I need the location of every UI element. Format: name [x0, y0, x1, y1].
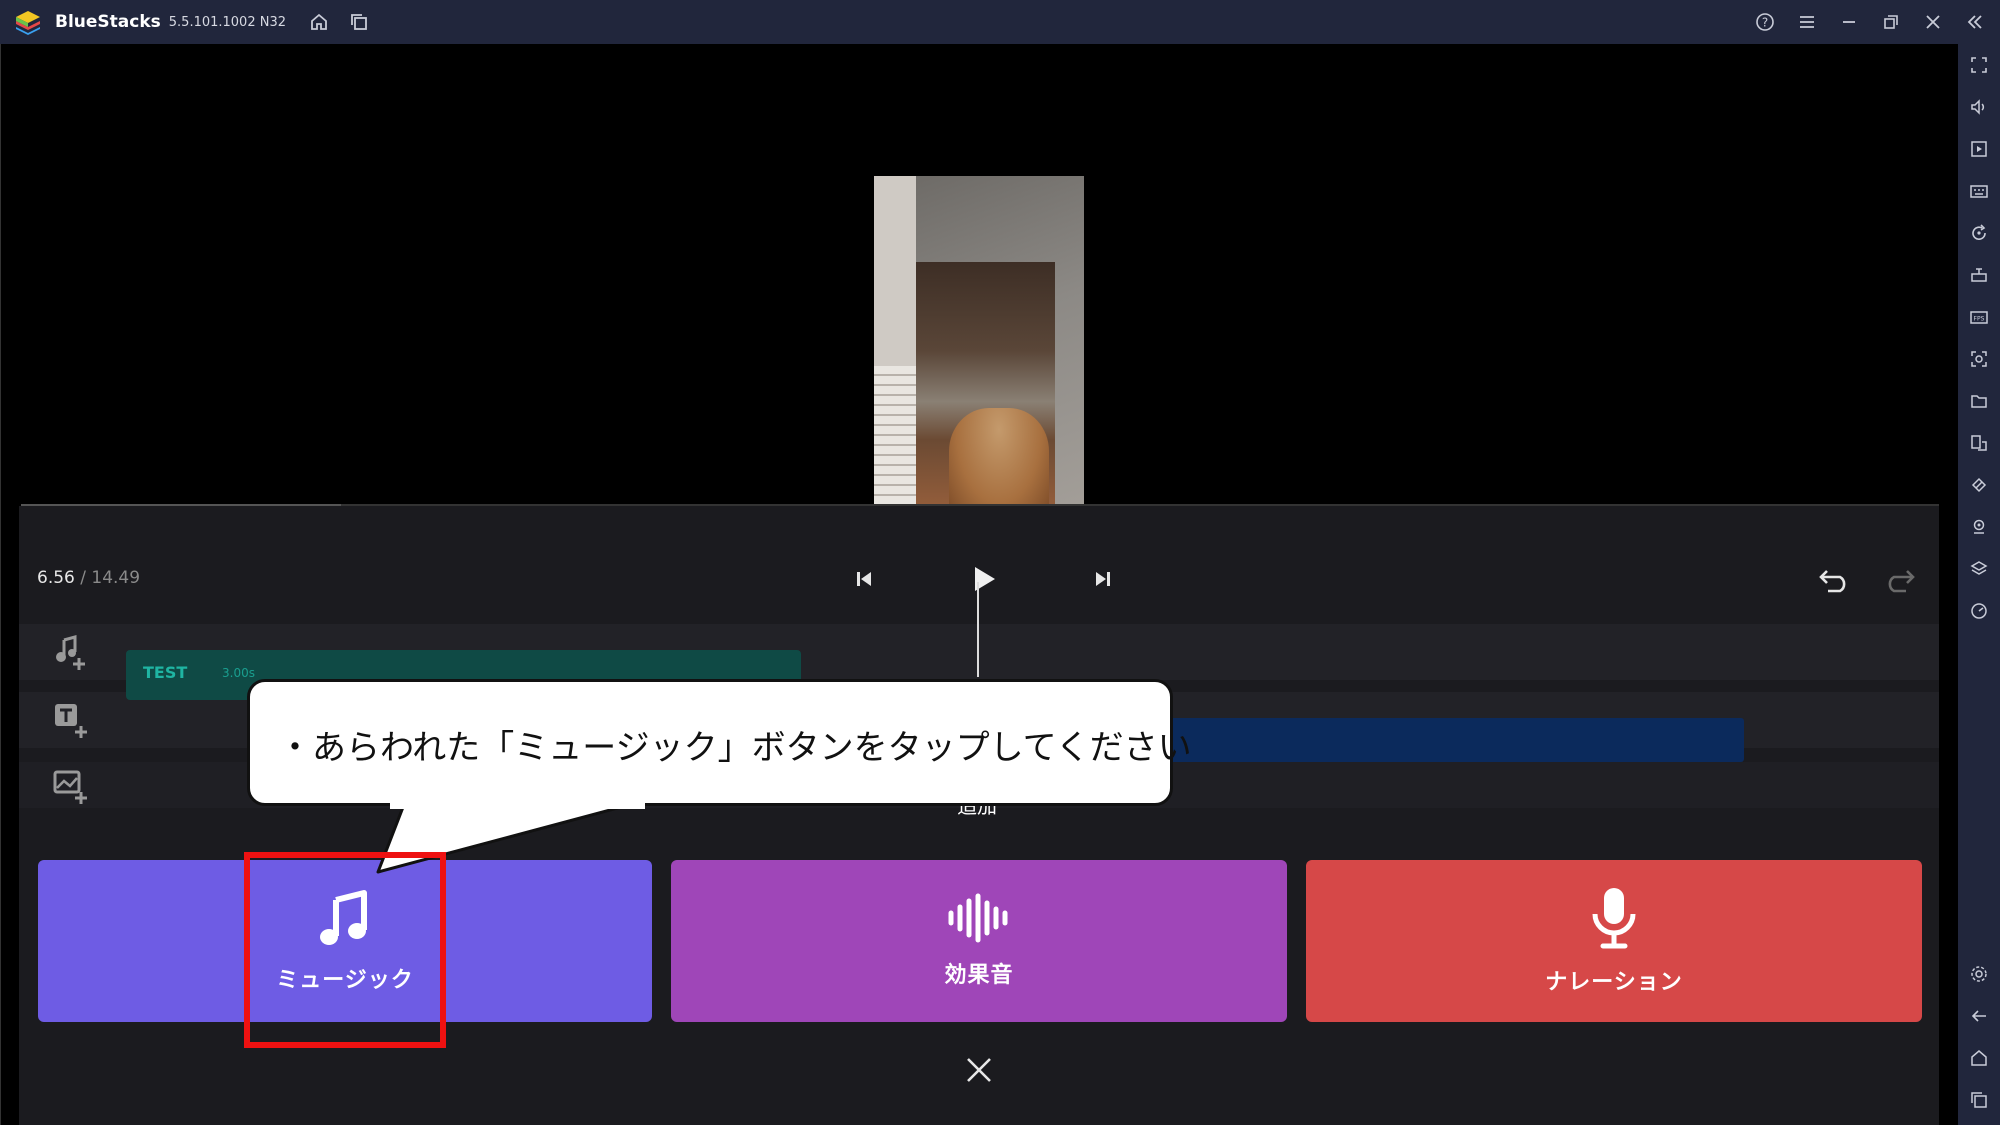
android-home-icon[interactable]: [1967, 1046, 1991, 1070]
app-version: 5.5.101.1002 N32: [168, 14, 287, 30]
performance-icon[interactable]: [1967, 599, 1991, 623]
undo-button[interactable]: [1817, 562, 1853, 596]
callout-text: ・あらわれた「ミュージック」ボタンをタップしてください: [278, 728, 1192, 768]
skip-previous-icon: [857, 572, 871, 586]
skip-next-button[interactable]: [1088, 564, 1118, 594]
minimize-icon[interactable]: [1836, 9, 1862, 35]
redo-button[interactable]: [1881, 562, 1917, 596]
preview-table: [949, 408, 1049, 516]
media-icon[interactable]: [1967, 137, 1991, 161]
add-audio-icon[interactable]: [51, 632, 91, 672]
sound-effect-button[interactable]: 効果音: [671, 860, 1287, 1022]
restore-icon[interactable]: [1878, 9, 1904, 35]
narration-button[interactable]: ナレーション: [1306, 860, 1922, 1022]
recents-icon[interactable]: [1967, 1088, 1991, 1112]
app-name: BlueStacks: [55, 12, 161, 32]
text-clip-label: TEST: [143, 663, 188, 682]
narration-label: ナレーション: [1545, 970, 1683, 995]
music-button-highlight: [244, 852, 446, 1048]
volume-icon[interactable]: [1967, 95, 1991, 119]
microphone-icon: [1592, 888, 1636, 949]
svg-text:FPS: FPS: [1974, 316, 1985, 323]
eco-icon[interactable]: [1967, 473, 1991, 497]
multi-instance-icon[interactable]: [346, 9, 372, 35]
play-button[interactable]: [962, 558, 1004, 600]
macro-icon[interactable]: [1967, 263, 1991, 287]
add-text-icon[interactable]: [51, 700, 91, 740]
skip-previous-button[interactable]: [849, 564, 879, 594]
preview-plates: [874, 366, 916, 516]
folder-icon[interactable]: [1967, 389, 1991, 413]
fps-icon[interactable]: FPS: [1967, 305, 1991, 329]
back-icon[interactable]: [1967, 1004, 1991, 1028]
bluestacks-window: BlueStacks 5.5.101.1002 N32 ? 6.56 / 14.…: [0, 0, 2000, 1125]
keyboard-icon[interactable]: [1967, 179, 1991, 203]
title-bar: BlueStacks 5.5.101.1002 N32 ?: [0, 0, 2000, 44]
current-time: 6.56: [37, 568, 75, 588]
multi-window-icon[interactable]: [1967, 431, 1991, 455]
help-icon[interactable]: ?: [1752, 9, 1778, 35]
svg-text:?: ?: [1762, 16, 1768, 30]
settings-icon[interactable]: [1967, 962, 1991, 986]
text-clip-duration: 3.00s: [222, 666, 255, 680]
instruction-callout: ・あらわれた「ミュージック」ボタンをタップしてください: [247, 679, 1192, 806]
playhead[interactable]: [977, 582, 979, 677]
sound-wave-icon: [948, 893, 1008, 943]
callout-tail-join: [390, 795, 645, 809]
redo-icon: [1888, 570, 1915, 593]
total-time: / 14.49: [80, 568, 141, 588]
fullscreen-icon[interactable]: [1967, 53, 1991, 77]
screenshot-icon[interactable]: [1967, 347, 1991, 371]
close-icon[interactable]: [1920, 9, 1946, 35]
bluestacks-logo-icon: [16, 11, 40, 35]
right-sidebar: FPS: [1958, 44, 2000, 1125]
close-sheet-button[interactable]: [962, 1053, 996, 1087]
play-icon: [975, 567, 995, 591]
home-icon[interactable]: [306, 9, 332, 35]
layers-icon[interactable]: [1967, 557, 1991, 581]
video-preview[interactable]: [874, 176, 1084, 548]
sound-effect-label: 効果音: [944, 963, 1014, 988]
add-media-icon[interactable]: [51, 766, 91, 806]
skip-next-icon: [1096, 572, 1110, 586]
menu-icon[interactable]: [1794, 9, 1820, 35]
time-display: 6.56 / 14.49: [37, 568, 140, 588]
location-icon[interactable]: [1967, 515, 1991, 539]
rotate-icon[interactable]: [1967, 221, 1991, 245]
undo-icon: [1819, 570, 1846, 593]
close-x-icon: [967, 1058, 991, 1082]
collapse-sidebar-icon[interactable]: [1962, 9, 1988, 35]
